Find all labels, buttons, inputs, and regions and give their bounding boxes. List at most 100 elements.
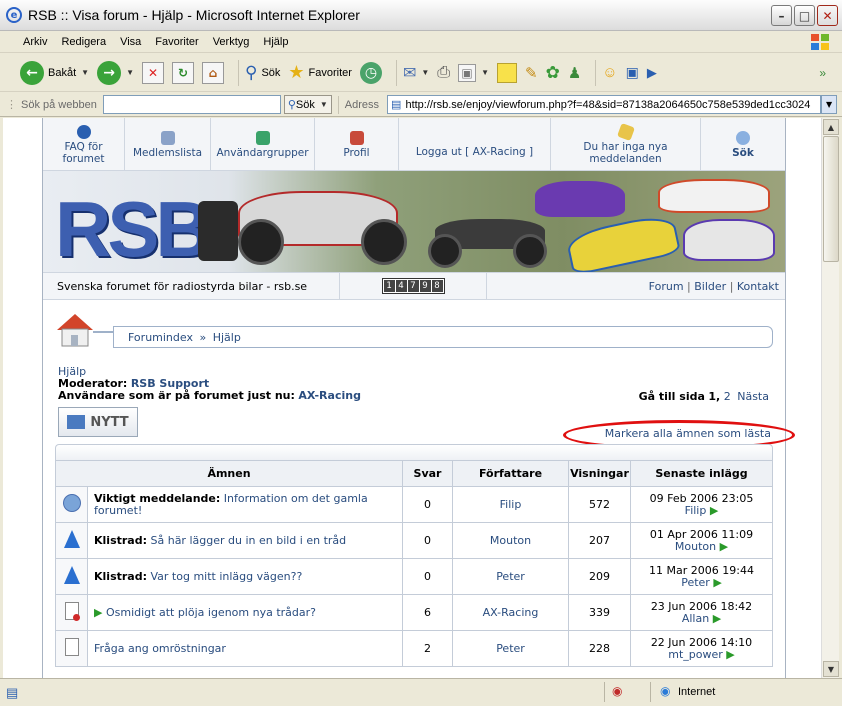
page-2-link[interactable]: 2 — [724, 390, 731, 403]
online-user-link[interactable]: AX-Racing — [298, 389, 361, 402]
globe-icon: ◉ — [660, 684, 671, 698]
current-page: 1 — [708, 390, 717, 403]
vertical-scrollbar[interactable]: ▲ ▼ — [821, 118, 839, 678]
search-button[interactable]: ⚲ Sök — [245, 63, 280, 83]
last-post-cell: 22 Jun 2006 14:10 mt_power ▶ — [630, 630, 773, 667]
nav-profile[interactable]: Profil — [315, 118, 399, 171]
menu-favoriter[interactable]: Favoriter — [155, 36, 198, 48]
topic-cell: ▶ Osmidigt att plöja igenom nya trådar? — [87, 594, 403, 631]
notes-button[interactable] — [497, 62, 518, 83]
nav-messages[interactable]: Du har inga nya meddelanden — [551, 118, 701, 171]
goto-last-post-icon[interactable]: ▶ — [720, 540, 728, 553]
page-viewport: FAQ för forumet Medlemslista Användargru… — [3, 118, 821, 678]
maximize-button[interactable]: □ — [794, 5, 815, 26]
icq-button[interactable]: ✿ — [546, 63, 560, 83]
wheel-image — [428, 234, 462, 268]
media-button[interactable]: ▶ — [647, 65, 657, 81]
goto-last-post-icon[interactable]: ▶ — [726, 648, 734, 661]
nav-search[interactable]: Sök — [701, 118, 785, 171]
home-icon[interactable] — [53, 310, 113, 348]
link-forum[interactable]: Forum — [649, 280, 684, 293]
history-button[interactable]: ◷ — [359, 61, 382, 84]
address-input[interactable]: ▤ http://rsb.se/enjoy/viewforum.php?f=48… — [387, 95, 822, 114]
chevron-down-icon[interactable]: ▼ — [81, 68, 89, 77]
last-post-user-link[interactable]: Mouton — [675, 540, 716, 553]
websearch-button[interactable]: ⚲ Sök ▼ — [283, 95, 332, 114]
minimize-button[interactable]: – — [771, 5, 792, 26]
menu-visa[interactable]: Visa — [120, 36, 141, 48]
play-icon: ▶ — [646, 64, 657, 80]
topic-link[interactable]: Var tog mitt inlägg vägen?? — [151, 570, 303, 583]
address-dropdown-button[interactable]: ▼ — [821, 95, 838, 114]
counter-digit: 8 — [431, 280, 443, 292]
author-link[interactable]: Filip — [452, 486, 569, 523]
nav-logout[interactable]: Logga ut [ AX-Racing ] — [399, 118, 551, 171]
next-page-link[interactable]: Nästa — [737, 390, 769, 403]
author-link[interactable]: Peter — [452, 630, 569, 667]
monitor-button[interactable]: ▣ — [626, 64, 639, 81]
topic-icon-cell — [55, 630, 88, 667]
forward-arrow-icon: → — [97, 60, 122, 85]
topic-cell: Fråga ang omröstningar — [87, 630, 403, 667]
topic-link[interactable]: Fråga ang omröstningar — [94, 642, 226, 655]
websearch-input[interactable] — [102, 95, 281, 114]
refresh-icon: ↻ — [171, 61, 194, 84]
breadcrumb-home-link[interactable]: Forumindex — [128, 331, 193, 344]
edit-button[interactable]: ▣ ▼ — [458, 63, 489, 82]
favorites-button[interactable]: ★ Favoriter — [288, 62, 352, 83]
last-post-user-link[interactable]: Filip — [685, 504, 707, 517]
new-topic-button[interactable]: NYTT — [58, 407, 138, 437]
nav-memberlist[interactable]: Medlemslista — [125, 118, 211, 171]
topic-icon — [64, 638, 79, 656]
author-link[interactable]: Mouton — [452, 522, 569, 559]
goto-last-post-icon[interactable]: ▶ — [713, 612, 721, 625]
last-post-user-link[interactable]: Peter — [681, 576, 710, 589]
mark-all-read-link[interactable]: Markera alla ämnen som lästa — [605, 427, 771, 440]
stop-button[interactable]: ✕ — [141, 61, 164, 84]
faq-icon — [76, 124, 91, 139]
toolbar-overflow-button[interactable]: » — [819, 66, 826, 80]
menu-verktyg[interactable]: Verktyg — [213, 36, 250, 48]
chevron-down-icon[interactable]: ▼ — [126, 68, 134, 77]
link-kontakt[interactable]: Kontakt — [737, 280, 779, 293]
mail-button[interactable]: ✉ ▼ — [403, 63, 429, 83]
forward-button[interactable]: → ▼ — [97, 60, 134, 85]
print-button[interactable]: ⎙ — [437, 64, 450, 82]
chevron-down-icon[interactable]: ▼ — [481, 68, 489, 77]
home-button[interactable]: ⌂ — [201, 61, 224, 84]
new-post-icon[interactable]: ▶ — [94, 606, 102, 619]
menu-hjalp[interactable]: Hjälp — [263, 36, 288, 48]
topic-link[interactable]: Osmidigt att plöja igenom nya trådar? — [106, 606, 316, 619]
topic-link[interactable]: Så här lägger du in en bild i en tråd — [151, 534, 347, 547]
menu-redigera[interactable]: Redigera — [61, 36, 106, 48]
grip-icon: ⋮ — [6, 98, 17, 111]
refresh-button[interactable]: ↻ — [171, 61, 194, 84]
address-label: Adress — [344, 98, 380, 111]
scroll-down-button[interactable]: ▼ — [823, 661, 839, 677]
scroll-up-button[interactable]: ▲ — [823, 119, 839, 135]
chevron-down-icon[interactable]: ▼ — [320, 100, 328, 109]
goto-last-post-icon[interactable]: ▶ — [710, 504, 718, 517]
author-link[interactable]: AX-Racing — [452, 594, 569, 631]
zone-label: Internet — [678, 686, 716, 698]
last-post-user-link[interactable]: mt_power — [668, 648, 723, 661]
last-post-user-link[interactable]: Allan — [682, 612, 709, 625]
table-row: Klistrad: Så här lägger du in en bild i … — [55, 522, 773, 559]
scroll-thumb[interactable] — [823, 136, 839, 262]
menu-arkiv[interactable]: Arkiv — [23, 36, 47, 48]
goto-last-post-icon[interactable]: ▶ — [713, 576, 721, 589]
author-link[interactable]: Peter — [452, 558, 569, 595]
breadcrumb-current-link[interactable]: Hjälp — [213, 331, 241, 344]
link-bilder[interactable]: Bilder — [694, 280, 726, 293]
nav-faq[interactable]: FAQ för forumet — [43, 118, 125, 171]
research-button[interactable]: ✎ — [525, 64, 538, 82]
site-banner[interactable]: RSB — [43, 171, 785, 272]
close-button[interactable]: ✕ — [817, 5, 838, 26]
chevron-down-icon[interactable]: ▼ — [421, 68, 429, 77]
nav-usergroups[interactable]: Användargrupper — [211, 118, 315, 171]
smiley-button[interactable]: ☺ — [602, 64, 617, 81]
back-button[interactable]: ← Bakåt ▼ — [20, 60, 89, 85]
privacy-icon[interactable]: ◉ — [612, 684, 622, 698]
ie-app-icon[interactable]: e — [6, 7, 22, 23]
messenger-button[interactable]: ♟ — [568, 64, 581, 82]
